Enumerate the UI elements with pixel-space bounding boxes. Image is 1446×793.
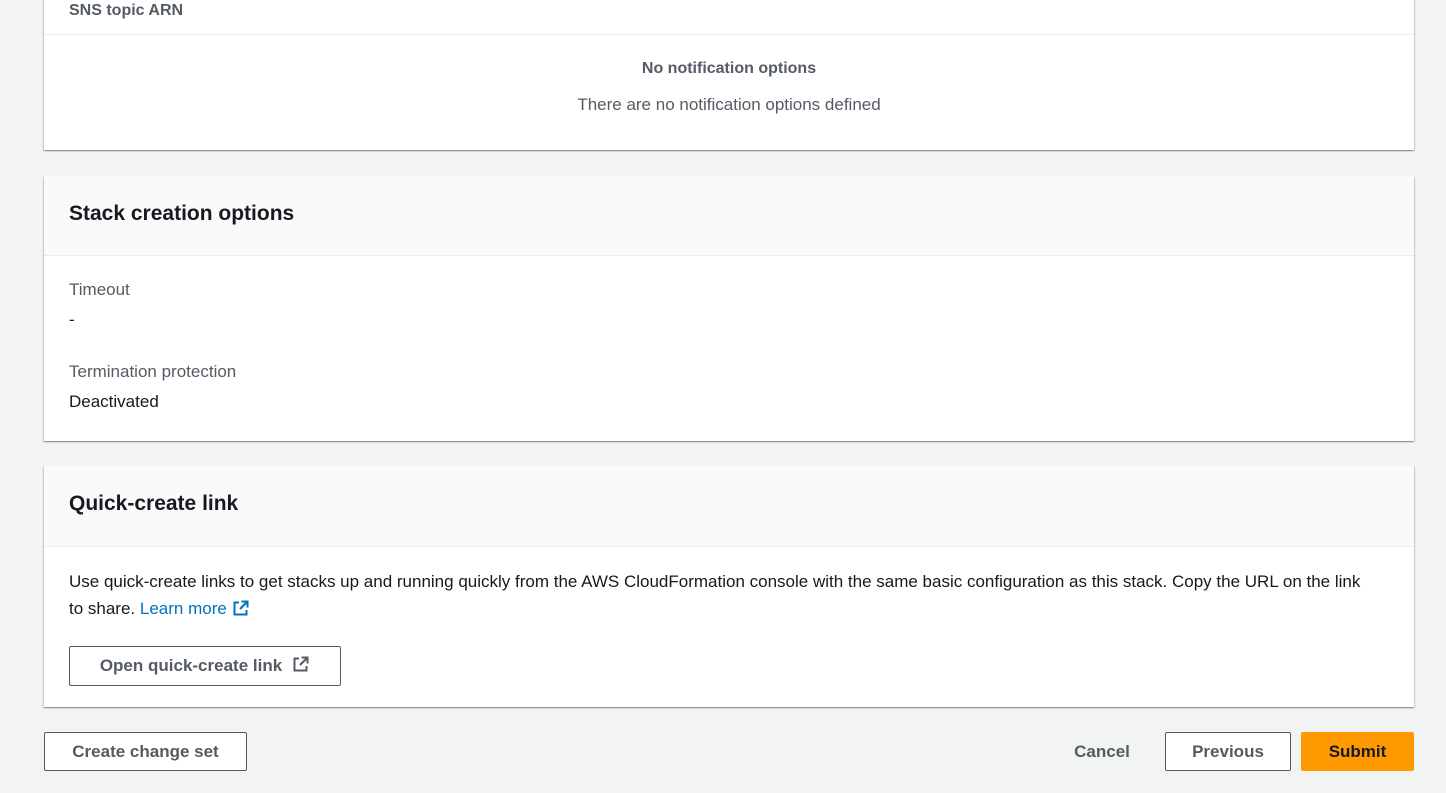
submit-button[interactable]: Submit	[1301, 732, 1414, 771]
empty-state-title: No notification options	[641, 60, 817, 77]
learn-more-link[interactable]: Learn more	[140, 599, 250, 618]
panel-header: Quick-create link	[44, 466, 1414, 547]
quick-create-description: Use quick-create links to get stacks up …	[69, 568, 1379, 625]
empty-state-description: There are no notification options define…	[577, 95, 881, 114]
cancel-button[interactable]: Cancel	[1058, 732, 1146, 771]
termination-protection-label: Termination protection	[69, 362, 237, 381]
quick-create-link-panel: Quick-create link Use quick-create links…	[44, 466, 1414, 707]
panel-header: Stack creation options	[44, 176, 1414, 256]
panel-title: Stack creation options	[69, 202, 295, 225]
panel-body: Timeout - Termination protection Deactiv…	[44, 256, 1414, 413]
timeout-label: Timeout	[69, 280, 130, 299]
create-change-set-button[interactable]: Create change set	[44, 732, 247, 771]
open-quick-create-link-label: Open quick-create link	[99, 656, 283, 675]
previous-button[interactable]: Previous	[1165, 732, 1291, 771]
termination-protection-field: Termination protection Deactivated	[69, 361, 1389, 413]
external-link-icon	[292, 655, 310, 678]
stack-creation-options-panel: Stack creation options Timeout - Termina…	[44, 176, 1414, 441]
panel-title: Quick-create link	[69, 492, 239, 515]
panel-body: Use quick-create links to get stacks up …	[44, 547, 1414, 686]
timeout-field: Timeout -	[69, 279, 1389, 331]
open-quick-create-link-button[interactable]: Open quick-create link	[69, 646, 341, 686]
sns-topic-arn-column-header: SNS topic ARN	[44, 0, 1414, 35]
empty-state: No notification options There are no not…	[44, 35, 1414, 116]
notification-options-panel: SNS topic ARN No notification options Th…	[44, 0, 1414, 150]
timeout-value: -	[69, 310, 75, 329]
external-link-icon	[232, 598, 250, 625]
learn-more-label: Learn more	[139, 599, 227, 618]
termination-protection-value: Deactivated	[69, 392, 159, 411]
quick-create-description-text: Use quick-create links to get stacks up …	[69, 572, 1361, 618]
